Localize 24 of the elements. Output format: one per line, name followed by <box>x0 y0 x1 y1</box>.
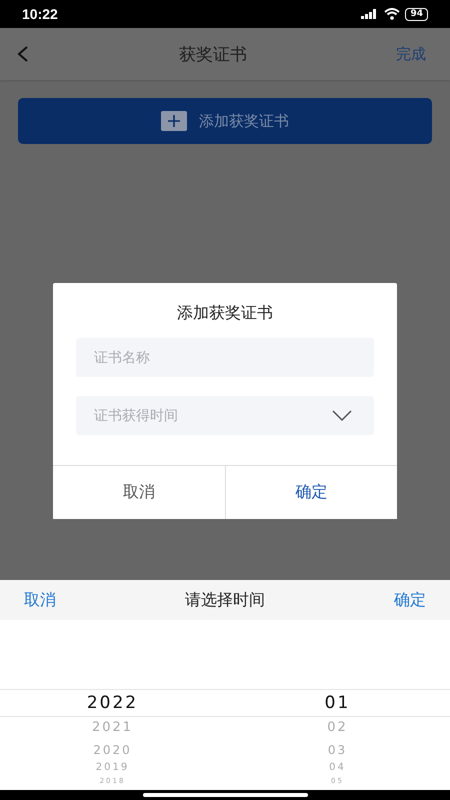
picker-option[interactable]: 02 <box>327 716 348 740</box>
date-select-field[interactable]: 证书获得时间 <box>76 396 374 435</box>
dialog-title: 添加获奖证书 <box>176 302 274 324</box>
picker-confirm-button[interactable]: 确定 <box>394 590 426 610</box>
status-time: 10:22 <box>22 6 58 22</box>
wifi-icon <box>384 8 400 20</box>
picker-cancel-button[interactable]: 取消 <box>24 590 56 610</box>
back-icon[interactable] <box>16 45 30 63</box>
picker-option[interactable]: 03 <box>328 740 348 760</box>
page-title: 获奖证书 <box>179 44 247 66</box>
picker-title: 请选择时间 <box>185 590 265 610</box>
name-input-field[interactable]: 证书名称 <box>76 338 374 377</box>
chevron-down-icon <box>332 410 352 422</box>
plus-icon <box>161 111 187 131</box>
picker-option[interactable]: 2019 <box>96 760 130 776</box>
picker-option[interactable]: 2022 <box>86 690 138 716</box>
battery-level: 94 <box>405 8 428 20</box>
done-link[interactable]: 完成 <box>396 44 426 64</box>
picker-option[interactable]: 2021 <box>92 716 134 740</box>
picker-option[interactable]: 01 <box>324 690 350 716</box>
picker-option[interactable]: 2020 <box>93 740 132 760</box>
confirm-button[interactable]: 确定 <box>224 466 397 519</box>
add-certificate-button[interactable]: 添加获奖证书 <box>18 98 432 144</box>
picker-option[interactable]: 04 <box>329 760 346 776</box>
